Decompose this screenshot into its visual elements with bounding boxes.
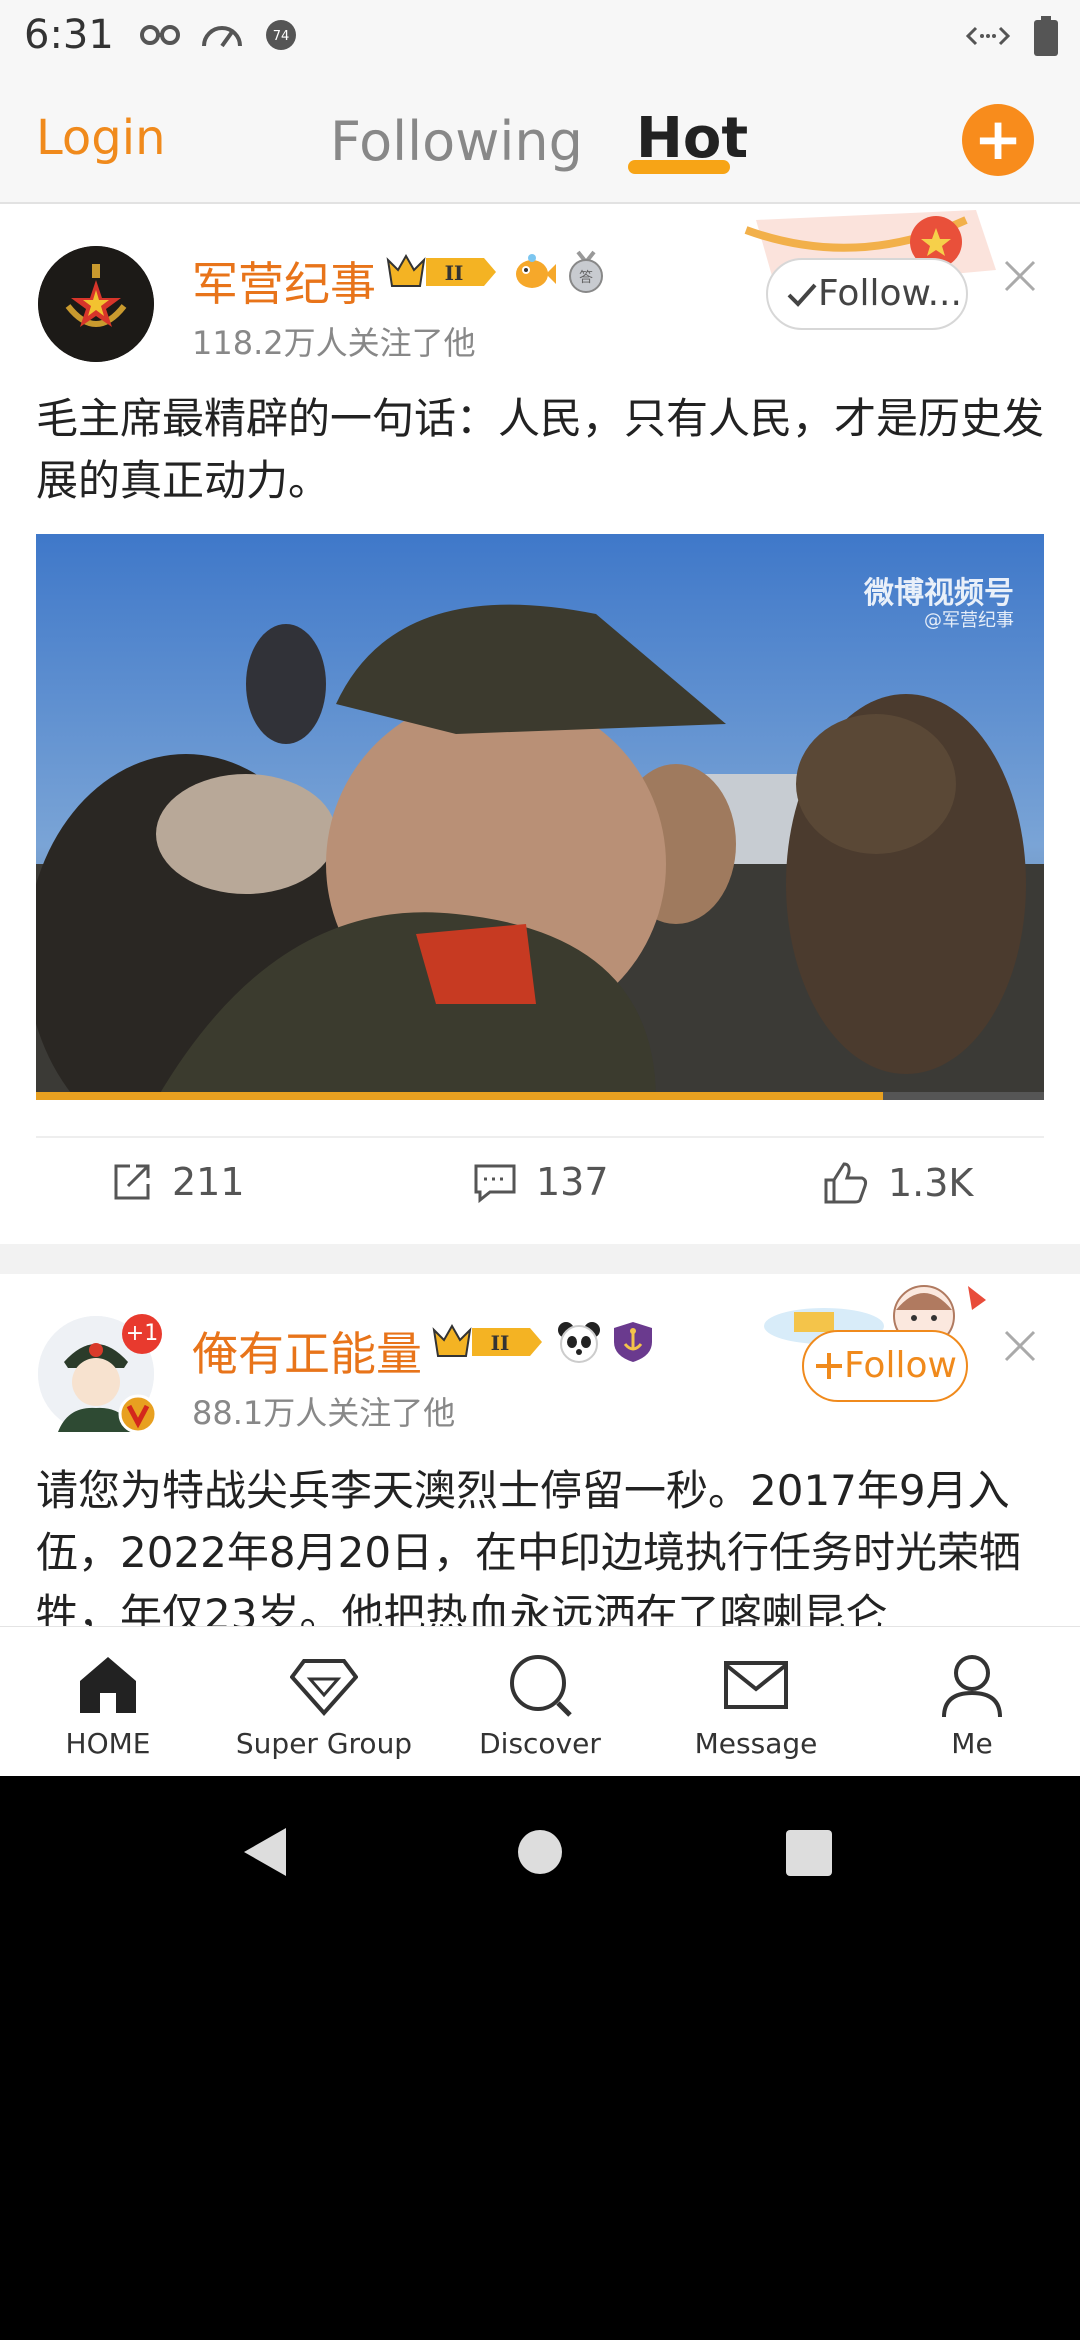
video-frame [36, 534, 1044, 1100]
tab-message[interactable]: Message [648, 1627, 864, 1776]
system-nav-bar [0, 1776, 1080, 1916]
tab-home[interactable]: HOME [0, 1627, 216, 1776]
app-screen: 6:31 74 Login Following Hot + 军营纪事 II 答 … [0, 0, 1080, 1776]
tab-label: Discover [479, 1727, 601, 1760]
status-bar: 6:31 74 [0, 0, 1080, 72]
tab-super-group[interactable]: Super Group [216, 1627, 432, 1776]
thumbs-up-icon [824, 1162, 868, 1204]
data-transfer-icon [966, 26, 1010, 46]
status-right [966, 16, 1058, 56]
mail-icon [724, 1661, 788, 1709]
follower-count: 88.1万人关注了他 [192, 1394, 456, 1432]
panda-badge-icon [558, 1322, 600, 1363]
incognito-icon [140, 25, 180, 45]
svg-text:74: 74 [273, 29, 290, 44]
battery-icon [1034, 16, 1058, 56]
check-icon [787, 283, 817, 307]
comment-button[interactable]: 137 [472, 1160, 609, 1204]
comment-count: 137 [536, 1160, 609, 1204]
comment-icon [474, 1164, 516, 1204]
status-icons: 74 [140, 18, 298, 52]
avatar-plus-badge-text: +1 [125, 1321, 159, 1346]
tab-label: Super Group [235, 1727, 413, 1760]
back-icon[interactable] [240, 1826, 290, 1878]
speedometer-icon [202, 26, 242, 48]
svg-text:答: 答 [579, 269, 593, 286]
search-icon [510, 1655, 572, 1717]
login-link[interactable]: Login [36, 110, 166, 166]
person-icon [942, 1655, 1002, 1718]
avatar-plus-badge: +1 [122, 1314, 162, 1354]
tab-discover[interactable]: Discover [432, 1627, 648, 1776]
author-name[interactable]: 俺有正能量 [192, 1318, 422, 1384]
tab-label: Me [951, 1727, 993, 1760]
repost-icon [114, 1164, 150, 1200]
shield-badge-icon [614, 1322, 652, 1362]
repost-button[interactable]: 211 [110, 1160, 245, 1204]
tab-hot[interactable]: Hot [636, 106, 748, 171]
plus-icon: + [973, 105, 1023, 173]
author-badges: II 答 [384, 250, 606, 294]
video-player[interactable]: 微博视频号 @军营纪事 [36, 534, 1044, 1100]
crown-level-badge-icon: II [432, 1323, 542, 1357]
follow-button[interactable]: Follow... [766, 258, 968, 330]
compose-button[interactable]: + [962, 104, 1034, 176]
plus-icon [816, 1353, 842, 1379]
crown-level-badge-icon: II [386, 253, 496, 287]
medal-badge-icon: 答 [569, 250, 603, 293]
bottom-tab-bar: HOME Super Group Discover Message Me [0, 1626, 1080, 1776]
army-emblem-icon [38, 246, 154, 362]
close-icon[interactable] [1000, 1326, 1040, 1366]
post-text[interactable]: 请您为特战尖兵李天澳烈士停留一秒。2017年9月入伍，2022年8月20日，在中… [36, 1460, 1046, 1626]
follower-count: 118.2万人关注了他 [192, 324, 476, 362]
like-button[interactable]: 1.3K [822, 1160, 973, 1206]
video-progress-fill [36, 1092, 883, 1100]
home-circle-icon[interactable] [518, 1830, 562, 1874]
tab-label: HOME [65, 1727, 151, 1760]
home-icon [80, 1657, 136, 1713]
author-badges: II [430, 1320, 654, 1364]
follow-button-label: Follow [844, 1345, 957, 1386]
like-count: 1.3K [888, 1161, 974, 1205]
top-nav: Login Following Hot + [0, 72, 1080, 204]
author-name[interactable]: 军营纪事 [192, 248, 376, 314]
follow-button-label: Follow... [818, 273, 962, 314]
follow-button[interactable]: Follow [802, 1330, 968, 1402]
video-progress-bar[interactable] [36, 1092, 1044, 1100]
svg-text:II: II [445, 261, 464, 285]
repost-count: 211 [172, 1160, 245, 1204]
post-actions: 211 137 1.3K [36, 1136, 1044, 1246]
verified-icon [118, 1394, 158, 1434]
recents-icon[interactable] [786, 1830, 832, 1876]
svg-text:II: II [491, 1331, 510, 1355]
close-icon[interactable] [1000, 256, 1040, 296]
fish-badge-icon [516, 254, 556, 288]
diamond-icon [290, 1659, 358, 1717]
tab-following[interactable]: Following [330, 110, 583, 173]
status-time: 6:31 [24, 12, 114, 58]
post-text[interactable]: 毛主席最精辟的一句话：人民，只有人民，才是历史发展的真正动力。 [36, 388, 1046, 512]
post-separator [0, 1244, 1080, 1274]
tab-me[interactable]: Me [864, 1627, 1080, 1776]
author-avatar[interactable] [38, 246, 154, 362]
tab-label: Message [694, 1727, 818, 1760]
notification-count-icon: 74 [266, 20, 296, 50]
video-watermark-handle: @军营纪事 [924, 610, 1014, 631]
